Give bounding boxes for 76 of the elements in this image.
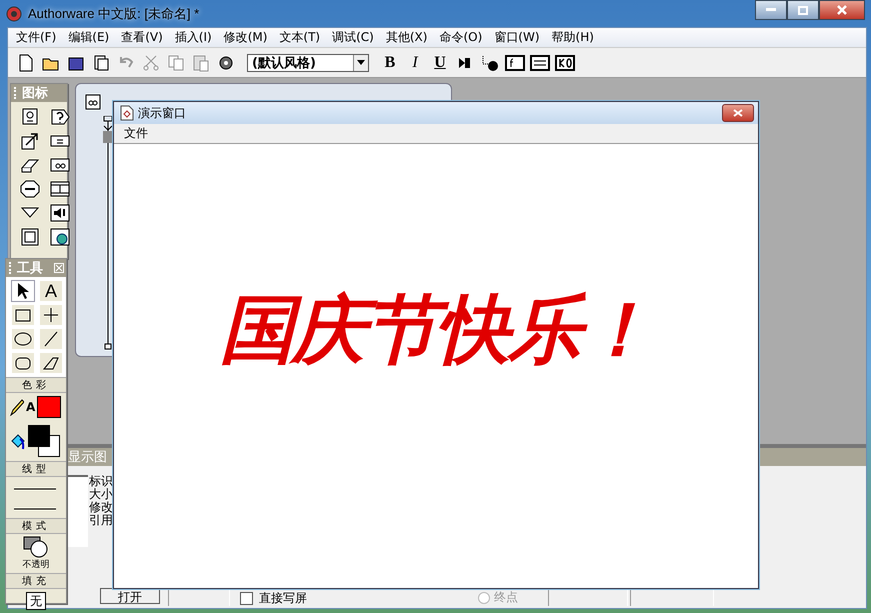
foreground-color-swatch[interactable] (28, 425, 50, 447)
bold-button[interactable]: B (380, 54, 400, 72)
close-icon[interactable] (54, 263, 64, 273)
window-icon (85, 94, 101, 110)
field-label: 修改 (89, 501, 113, 514)
minimize-button[interactable] (755, 0, 787, 20)
italic-button[interactable]: I (405, 54, 425, 72)
checkbox[interactable] (240, 592, 253, 605)
close-button[interactable] (722, 104, 754, 122)
pencil-icon (10, 398, 24, 416)
menu-item[interactable]: 编辑(E) (62, 29, 116, 46)
menu-item[interactable]: 命令(O) (433, 29, 488, 46)
document-icon (120, 105, 134, 121)
caret-icon (357, 60, 365, 65)
ko-icon[interactable] (555, 52, 575, 72)
question-sign-icon[interactable] (49, 107, 71, 127)
square-frame-icon[interactable] (19, 227, 41, 247)
mode-icon[interactable] (22, 536, 50, 558)
input-field[interactable] (630, 590, 714, 606)
close-icon (733, 109, 743, 117)
input-field[interactable] (168, 590, 230, 606)
menu-item[interactable]: 调试(C) (326, 29, 380, 46)
palette-title: 图标 (22, 85, 48, 102)
menu-item[interactable]: 文本(T) (273, 29, 326, 46)
cross-tool[interactable] (40, 305, 62, 325)
copy-icon[interactable] (166, 52, 186, 72)
list-field[interactable] (68, 475, 88, 547)
rectangle-tool[interactable] (12, 305, 34, 325)
line-tool[interactable] (40, 329, 62, 349)
ellipse-tool[interactable] (12, 329, 34, 349)
close-button[interactable] (819, 0, 865, 20)
fill-value[interactable]: 无 (26, 592, 46, 610)
menu-item[interactable]: 修改(M) (218, 29, 274, 46)
radio-label: 终点 (494, 589, 518, 606)
menu-item[interactable]: 其他(X) (380, 29, 434, 46)
field-label: 标识 (89, 475, 113, 488)
stop-sign-icon[interactable] (19, 179, 41, 199)
section-label: 线型 (6, 461, 66, 477)
list-icon[interactable] (530, 52, 550, 72)
mode-label: 不透明 (22, 558, 50, 571)
window-title: Authorware 中文版: [未命名] * (28, 4, 200, 22)
menu-item[interactable]: 查看(V) (115, 29, 169, 46)
app-logo-icon (6, 6, 22, 22)
panel-title: 显示图 (68, 449, 107, 466)
polygon-tool[interactable] (40, 353, 62, 373)
rounded-tool[interactable] (12, 353, 34, 373)
text-tool[interactable]: A (40, 281, 62, 301)
window-title: 演示窗口 (138, 104, 186, 122)
menu-item[interactable]: 文件(F) (10, 29, 62, 46)
field-label: 大小 (89, 488, 113, 501)
arrow-box-icon[interactable] (19, 131, 41, 151)
section-label: 模式 (6, 518, 66, 534)
maximize-icon (798, 6, 808, 14)
greeting-text: 国庆节快乐！ (220, 286, 652, 375)
input-field[interactable] (548, 590, 628, 606)
palette-title: 工具 (17, 260, 43, 277)
text-color-swatch[interactable] (37, 396, 62, 418)
underline-button[interactable]: U (430, 54, 450, 72)
style-dropdown[interactable]: (默认风格) (247, 54, 369, 72)
menu-item[interactable]: 帮助(H) (546, 29, 600, 46)
section-label: 色彩 (6, 377, 66, 393)
field-label: 引用 (89, 514, 113, 527)
open-button[interactable]: 打开 (100, 588, 160, 604)
maximize-button[interactable] (787, 0, 819, 20)
menu-item[interactable]: 插入(I) (168, 29, 218, 46)
menu-item[interactable]: 窗口(W) (488, 29, 546, 46)
film-strip-icon[interactable] (49, 179, 71, 199)
speaker-icon[interactable] (49, 203, 71, 223)
paste-icon[interactable] (191, 52, 211, 72)
function-icon[interactable] (505, 52, 525, 72)
checkbox-label: 直接写屏 (259, 590, 307, 607)
section-label: 填充 (6, 573, 66, 589)
minimize-icon (766, 8, 776, 12)
menu-item[interactable]: 文件 (124, 125, 148, 142)
text-color-glyph: A (26, 400, 36, 414)
close-icon (836, 5, 848, 15)
